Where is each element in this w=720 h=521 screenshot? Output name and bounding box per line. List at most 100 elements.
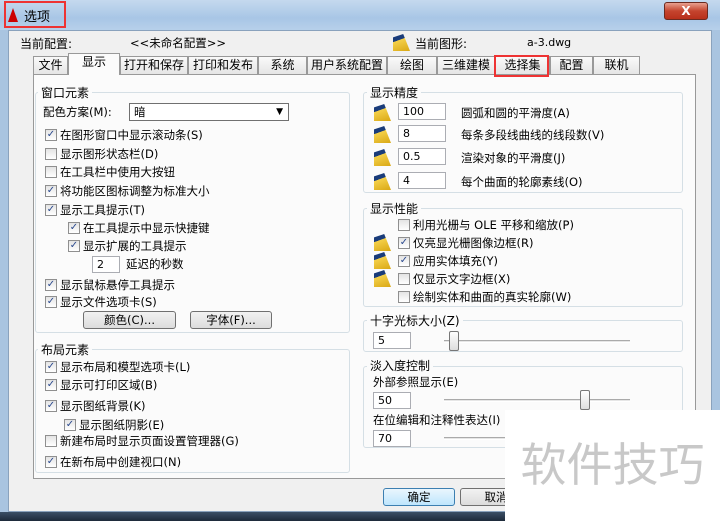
window-option-checkbox[interactable]: ✓ 显示文件选项卡(S) (45, 294, 157, 310)
checkbox[interactable] (45, 148, 57, 160)
window-option-checkbox[interactable]: ✓ 显示扩展的工具提示 (68, 238, 187, 254)
close-button[interactable]: X (664, 2, 708, 20)
precision-label: 渲染对象的平滑度(J) (461, 151, 566, 165)
checkbox-label: 在工具提示中显示快捷键 (83, 221, 210, 235)
crosshair-slider-track[interactable] (444, 340, 630, 343)
checkbox-label: 显示文件选项卡(S) (60, 295, 157, 309)
tab-1[interactable]: 显示 (68, 53, 120, 75)
checkbox[interactable]: ✓ (45, 379, 57, 391)
crosshair-size-input[interactable]: 5 (373, 332, 411, 349)
checkbox[interactable]: ✓ (45, 204, 57, 216)
performance-option-checkbox[interactable]: ✓ 应用实体填充(Y) (398, 253, 498, 269)
checkbox[interactable]: ✓ (45, 361, 57, 373)
layout-option-checkbox[interactable]: ✓ 显示图纸背景(K) (45, 398, 146, 414)
checkbox-label: 显示扩展的工具提示 (83, 239, 187, 253)
tab-5[interactable]: 用户系统配置 (307, 56, 387, 74)
delay-seconds-input[interactable]: 2 (92, 256, 120, 273)
window-option-checkbox[interactable]: ✓ 在工具提示中显示快捷键 (68, 220, 210, 236)
fonts-button[interactable]: 字体(F)... (190, 311, 272, 329)
group-title: 窗口元素 (38, 84, 93, 101)
checkbox[interactable]: ✓ (45, 279, 57, 291)
xref-fade-slider-track[interactable] (444, 399, 630, 402)
group-title: 十字光标大小(Z) (367, 312, 463, 329)
checkbox-label: 仅亮显光栅图像边框(R) (413, 236, 534, 250)
layout-option-checkbox[interactable]: 新建布局时显示页面设置管理器(G) (45, 433, 239, 449)
performance-option-checkbox[interactable]: 绘制实体和曲面的真实轮廓(W) (398, 289, 571, 305)
tab-4[interactable]: 系统 (258, 56, 307, 74)
window-option-checkbox[interactable]: ✓ 将功能区图标调整为标准大小 (45, 183, 210, 199)
layout-option-checkbox[interactable]: ✓ 在新布局中创建视口(N) (45, 454, 181, 470)
checkbox[interactable] (45, 166, 57, 178)
checkbox-label: 绘制实体和曲面的真实轮廓(W) (413, 290, 572, 304)
checkbox-label: 显示鼠标悬停工具提示 (60, 278, 175, 292)
checkbox[interactable]: ✓ (68, 222, 80, 234)
window-option-checkbox[interactable]: ✓ 显示鼠标悬停工具提示 (45, 277, 175, 293)
checkbox[interactable]: ✓ (68, 240, 80, 252)
checkbox-label: 显示图形状态栏(D) (60, 147, 159, 161)
window-option-checkbox[interactable]: ✓ 显示工具提示(T) (45, 202, 145, 218)
checkbox[interactable] (398, 219, 410, 231)
colors-button[interactable]: 颜色(C)... (83, 311, 176, 329)
checkbox[interactable] (398, 291, 410, 303)
chevron-down-icon: ▼ (276, 107, 283, 117)
tab-2[interactable]: 打开和保存 (120, 56, 188, 74)
xref-fade-slider-thumb[interactable] (580, 390, 590, 410)
layout-option-checkbox[interactable]: ✓ 显示可打印区域(B) (45, 377, 157, 393)
window-option-checkbox[interactable]: 显示图形状态栏(D) (45, 146, 158, 162)
color-scheme-label: 配色方案(M): (43, 105, 112, 119)
delay-seconds-label: 延迟的秒数 (126, 257, 184, 271)
checkbox[interactable]: ✓ (45, 296, 57, 308)
checkbox-label: 显示图纸背景(K) (60, 399, 146, 413)
performance-option-checkbox[interactable]: ✓ 仅亮显光栅图像边框(R) (398, 235, 533, 251)
checkbox[interactable] (45, 435, 57, 447)
tab-0[interactable]: 文件 (33, 56, 68, 74)
group-title: 布局元素 (38, 341, 93, 358)
checkbox-label: 利用光栅与 OLE 平移和缩放(P) (413, 218, 574, 232)
precision-label: 圆弧和圆的平滑度(A) (461, 106, 570, 120)
xref-fade-input[interactable]: 50 (373, 392, 411, 409)
checkbox-label: 显示工具提示(T) (60, 203, 145, 217)
inplace-fade-label: 在位编辑和注释性表达(I) (373, 413, 501, 427)
highlight-box (4, 1, 66, 28)
checkbox[interactable]: ✓ (45, 185, 57, 197)
checkbox-label: 在工具栏中使用大按钮 (60, 165, 175, 179)
ok-button[interactable]: 确定 (383, 488, 455, 506)
checkbox-label: 应用实体填充(Y) (413, 254, 498, 268)
watermark: 软件技巧 (505, 410, 720, 521)
checkbox-label: 新建布局时显示页面设置管理器(G) (60, 434, 239, 448)
window-option-checkbox[interactable]: ✓ 在图形窗口中显示滚动条(S) (45, 127, 203, 143)
drawing-value: a-3.dwg (527, 36, 572, 49)
group-title: 显示性能 (367, 200, 422, 217)
layout-option-checkbox[interactable]: ✓ 显示图纸阴影(E) (64, 417, 164, 433)
group-title: 显示精度 (367, 84, 422, 101)
tab-10[interactable]: 联机 (593, 56, 640, 74)
checkbox-label: 将功能区图标调整为标准大小 (60, 184, 210, 198)
checkbox-label: 仅显示文字边框(X) (413, 272, 511, 286)
layout-option-checkbox[interactable]: ✓ 显示布局和模型选项卡(L) (45, 359, 190, 375)
tab-3[interactable]: 打印和发布 (188, 56, 258, 74)
precision-input[interactable]: 100 (398, 103, 446, 120)
checkbox[interactable]: ✓ (45, 129, 57, 141)
tab-9[interactable]: 配置 (550, 56, 593, 74)
crosshair-slider-thumb[interactable] (449, 331, 459, 351)
performance-option-checkbox[interactable]: 仅显示文字边框(X) (398, 271, 510, 287)
checkbox[interactable]: ✓ (398, 255, 410, 267)
window-option-checkbox[interactable]: 在工具栏中使用大按钮 (45, 164, 175, 180)
checkbox-label: 显示可打印区域(B) (60, 378, 158, 392)
checkbox[interactable]: ✓ (64, 419, 76, 431)
precision-input[interactable]: 8 (398, 125, 446, 142)
color-scheme-dropdown[interactable]: 暗 ▼ (129, 103, 289, 121)
precision-input[interactable]: 4 (398, 172, 446, 189)
tab-6[interactable]: 绘图 (387, 56, 437, 74)
inplace-fade-input[interactable]: 70 (373, 430, 411, 447)
dropdown-value: 暗 (134, 105, 146, 119)
checkbox[interactable]: ✓ (398, 237, 410, 249)
precision-input[interactable]: 0.5 (398, 148, 446, 165)
precision-label: 每条多段线曲线的线段数(V) (461, 128, 605, 142)
checkbox[interactable]: ✓ (45, 400, 57, 412)
checkbox-label: 在图形窗口中显示滚动条(S) (60, 128, 203, 142)
checkbox[interactable] (398, 273, 410, 285)
performance-option-checkbox[interactable]: 利用光栅与 OLE 平移和缩放(P) (398, 217, 574, 233)
tab-7[interactable]: 三维建模 (437, 56, 495, 74)
checkbox[interactable]: ✓ (45, 456, 57, 468)
